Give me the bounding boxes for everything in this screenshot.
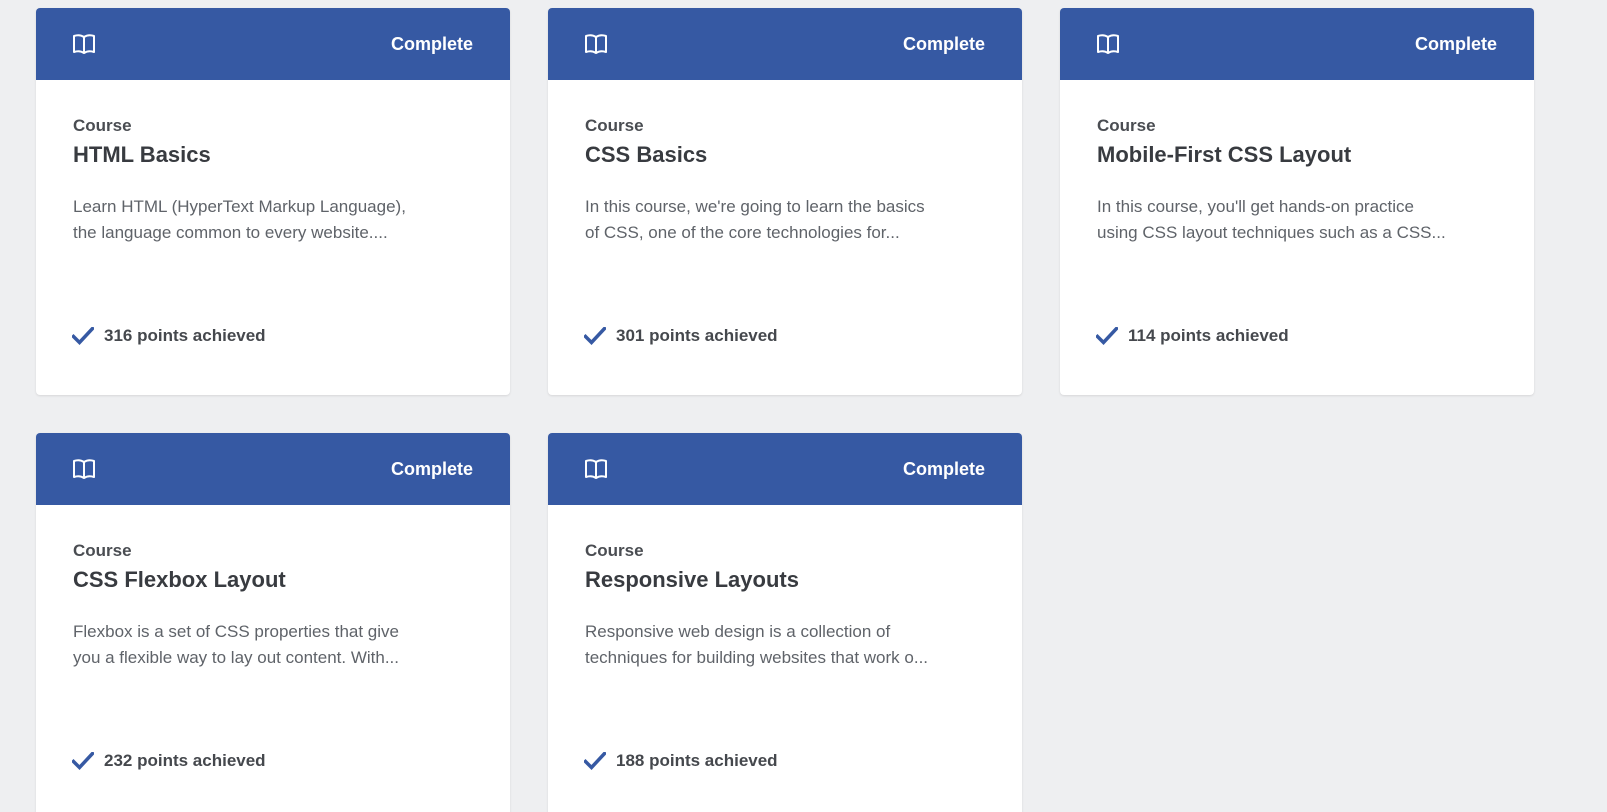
status-label: Complete (390, 33, 473, 54)
description-line: the language common to every website.... (73, 223, 388, 242)
course-grid: Complete Course HTML Basics Learn HTML (… (36, 8, 1534, 812)
course-description: In this course, you'll get hands-on prac… (1097, 194, 1497, 246)
course-type-label: Course (73, 541, 132, 560)
status-label: Complete (1414, 33, 1497, 54)
course-title[interactable]: HTML Basics (73, 140, 473, 170)
points-text: 188 points achieved (616, 751, 778, 770)
checkmark-icon (72, 751, 94, 771)
description-line: Responsive web design is a collection of (585, 622, 891, 641)
course-type-label: Course (1097, 116, 1156, 135)
points-text: 316 points achieved (104, 326, 266, 345)
points-text: 301 points achieved (616, 326, 778, 345)
course-description: In this course, we're going to learn the… (585, 194, 985, 246)
course-card[interactable]: Complete Course CSS Flexbox Layout Flexb… (36, 433, 510, 812)
points-achieved: 316 points achieved (72, 326, 266, 346)
card-header[interactable]: Complete (548, 433, 1022, 505)
course-description: Learn HTML (HyperText Markup Language), … (73, 194, 473, 246)
course-title[interactable]: Mobile-First CSS Layout (1097, 140, 1497, 170)
course-title[interactable]: Responsive Layouts (585, 565, 985, 595)
card-body: Course Responsive Layouts Responsive web… (548, 505, 1022, 671)
course-type-label: Course (585, 116, 644, 135)
course-title[interactable]: CSS Basics (585, 140, 985, 170)
card-header[interactable]: Complete (36, 8, 510, 80)
course-type-label: Course (73, 116, 132, 135)
description-line: Learn HTML (HyperText Markup Language), (73, 197, 406, 216)
checkmark-icon (1096, 326, 1118, 346)
course-type-label: Course (585, 541, 644, 560)
points-achieved: 114 points achieved (1096, 326, 1289, 346)
status-label: Complete (390, 458, 473, 479)
course-list-page: Complete Course HTML Basics Learn HTML (… (0, 0, 1607, 812)
course-description: Flexbox is a set of CSS properties that … (73, 619, 473, 671)
course-card[interactable]: Complete Course CSS Basics In this cours… (548, 8, 1022, 395)
book-icon (1096, 32, 1120, 56)
card-body: Course CSS Basics In this course, we're … (548, 80, 1022, 246)
description-line: of CSS, one of the core technologies for… (585, 223, 900, 242)
checkmark-icon (72, 326, 94, 346)
course-card[interactable]: Complete Course Mobile-First CSS Layout … (1060, 8, 1534, 395)
points-achieved: 301 points achieved (584, 326, 778, 346)
card-body: Course CSS Flexbox Layout Flexbox is a s… (36, 505, 510, 671)
course-card[interactable]: Complete Course HTML Basics Learn HTML (… (36, 8, 510, 395)
card-header[interactable]: Complete (1060, 8, 1534, 80)
status-label: Complete (902, 458, 985, 479)
book-icon (72, 32, 96, 56)
description-line: Flexbox is a set of CSS properties that … (73, 622, 399, 641)
book-icon (584, 457, 608, 481)
course-description: Responsive web design is a collection of… (585, 619, 985, 671)
checkmark-icon (584, 751, 606, 771)
description-line: using CSS layout techniques such as a CS… (1097, 223, 1446, 242)
points-text: 232 points achieved (104, 751, 266, 770)
book-icon (584, 32, 608, 56)
checkmark-icon (584, 326, 606, 346)
book-icon (72, 457, 96, 481)
card-body: Course HTML Basics Learn HTML (HyperText… (36, 80, 510, 246)
card-header[interactable]: Complete (548, 8, 1022, 80)
points-achieved: 232 points achieved (72, 751, 266, 771)
description-line: In this course, we're going to learn the… (585, 197, 925, 216)
course-title[interactable]: CSS Flexbox Layout (73, 565, 473, 595)
points-achieved: 188 points achieved (584, 751, 778, 771)
card-header[interactable]: Complete (36, 433, 510, 505)
description-line: you a flexible way to lay out content. W… (73, 648, 399, 667)
description-line: techniques for building websites that wo… (585, 648, 929, 667)
course-card[interactable]: Complete Course Responsive Layouts Respo… (548, 433, 1022, 812)
points-text: 114 points achieved (1128, 326, 1289, 345)
description-line: In this course, you'll get hands-on prac… (1097, 197, 1414, 216)
card-body: Course Mobile-First CSS Layout In this c… (1060, 80, 1534, 246)
status-label: Complete (902, 33, 985, 54)
